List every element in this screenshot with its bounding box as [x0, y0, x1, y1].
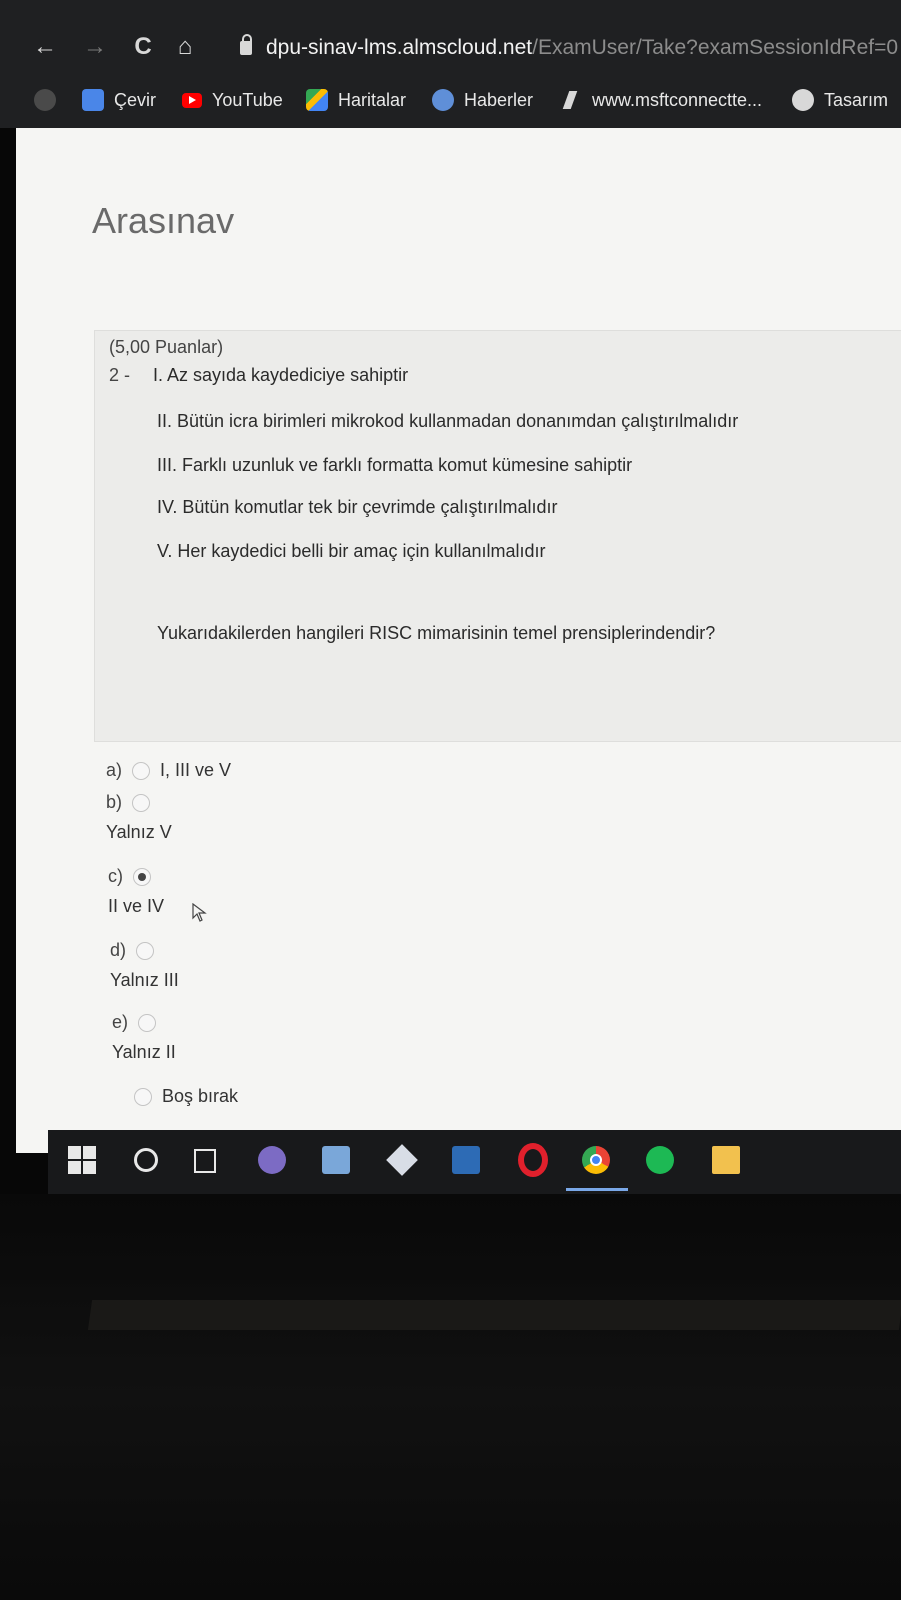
google-icon [34, 89, 56, 111]
bookmark-label: Haritalar [338, 89, 407, 110]
option-letter: e) [112, 1012, 129, 1032]
option-e[interactable]: e) [112, 1012, 166, 1033]
bookmark-youtube[interactable]: YouTube [182, 86, 283, 114]
bookmark-tasarim[interactable]: Tasarım [792, 86, 888, 114]
chrome-icon[interactable] [582, 1146, 610, 1174]
bookmark-msftconnect[interactable]: www.msftconnectte... [560, 86, 762, 114]
msft-icon [560, 89, 582, 111]
option-text: I, III ve V [160, 760, 232, 780]
option-b[interactable]: b) [106, 792, 160, 813]
bookmark-label: YouTube [212, 89, 283, 110]
bookmark-cevir[interactable]: Çevir [82, 86, 156, 114]
exam-page: Arasınav (5,00 Puanlar) 2 - I. Az sayıda… [16, 128, 901, 1153]
news-icon [432, 89, 454, 111]
option-d[interactable]: d) [110, 940, 164, 961]
desk-edge [87, 1300, 901, 1330]
3d-viewer-icon[interactable] [386, 1144, 418, 1176]
bookmark-label: Tasarım [824, 89, 889, 110]
monitor-bezel [0, 1194, 901, 1600]
forward-button[interactable]: → [80, 32, 110, 62]
file-explorer-icon[interactable] [712, 1146, 740, 1174]
question-points: (5,00 Puanlar) [109, 337, 224, 357]
mouse-cursor-icon [192, 903, 207, 922]
spotify-icon[interactable] [646, 1146, 674, 1174]
home-button[interactable]: ⌂ [170, 32, 200, 62]
taskbar [48, 1130, 901, 1194]
windows-start-icon[interactable] [68, 1146, 96, 1174]
bookmark-label: Haberler [464, 89, 534, 110]
maps-icon [306, 89, 328, 111]
option-letter: d) [110, 940, 127, 960]
url-host: dpu-sinav-lms.almscloud.net [266, 36, 533, 59]
bookmarks-bar: Çevir YouTube Haritalar Haberler www.msf… [0, 80, 901, 120]
statement-1: I. Az sayıda kaydediciye sahiptir [153, 365, 409, 385]
statement-2: II. Bütün icra birimleri mikrokod kullan… [157, 411, 739, 431]
store-icon[interactable] [452, 1146, 480, 1174]
task-view-icon[interactable] [194, 1149, 216, 1173]
address-bar[interactable]: dpu-sinav-lms.almscloud.net/ExamUser/Tak… [240, 34, 899, 60]
leave-blank-label: Boş bırak [162, 1086, 239, 1106]
statement-4: IV. Bütün komutlar tek bir çevrimde çalı… [157, 497, 558, 517]
bookmark-haritalar[interactable]: Haritalar [306, 86, 406, 114]
option-c[interactable]: c) [108, 866, 161, 887]
question-prompt: Yukarıdakilerden hangileri RISC mimarisi… [157, 623, 716, 643]
navigation-bar: ← → C ⌂ dpu-sinav-lms.almscloud.net/Exam… [0, 22, 901, 74]
statement-5: V. Her kaydedici belli bir amaç için kul… [157, 541, 546, 561]
lock-icon [240, 34, 252, 55]
leave-blank-radio[interactable] [134, 1087, 152, 1106]
bookmark-label: Çevir [114, 89, 157, 110]
back-button[interactable]: ← [30, 32, 60, 62]
question-box: (5,00 Puanlar) 2 - I. Az sayıda kaydedic… [94, 330, 901, 742]
option-e-radio[interactable] [138, 1013, 157, 1032]
question-number: 2 - [109, 365, 131, 385]
opera-icon[interactable] [518, 1143, 548, 1177]
url-path: /ExamUser/Take?examSessionIdRef=0 [532, 36, 899, 59]
option-leave-blank[interactable]: Boş bırak [124, 1086, 238, 1107]
youtube-icon [182, 92, 202, 108]
translate-icon [82, 89, 104, 111]
option-b-text: Yalnız V [106, 822, 172, 842]
bookmark-google[interactable] [34, 86, 66, 114]
this-pc-icon[interactable] [322, 1146, 350, 1174]
option-letter: a) [106, 760, 123, 780]
page-title: Arasınav [92, 200, 235, 241]
option-letter: c) [108, 866, 123, 886]
option-b-radio[interactable] [132, 793, 151, 812]
option-c-text: II ve IV [108, 896, 165, 916]
option-d-radio[interactable] [136, 941, 155, 960]
browser-chrome: ← → C ⌂ dpu-sinav-lms.almscloud.net/Exam… [0, 0, 901, 128]
option-a-radio[interactable] [132, 761, 151, 780]
search-icon[interactable] [134, 1148, 158, 1172]
option-e-text: Yalnız II [112, 1042, 176, 1062]
bookmark-haberler[interactable]: Haberler [432, 86, 533, 114]
option-letter: b) [106, 792, 123, 812]
statement-3: III. Farklı uzunluk ve farklı formatta k… [157, 455, 633, 475]
option-a[interactable]: a) I, III ve V [106, 760, 231, 781]
reload-button[interactable]: C [128, 32, 158, 62]
option-c-radio[interactable] [133, 867, 151, 886]
active-app-indicator [566, 1188, 628, 1191]
bookmark-label: www.msftconnectte... [592, 89, 763, 110]
tasarim-icon [792, 89, 814, 111]
paint-icon[interactable] [258, 1146, 286, 1174]
option-d-text: Yalnız III [110, 970, 179, 990]
